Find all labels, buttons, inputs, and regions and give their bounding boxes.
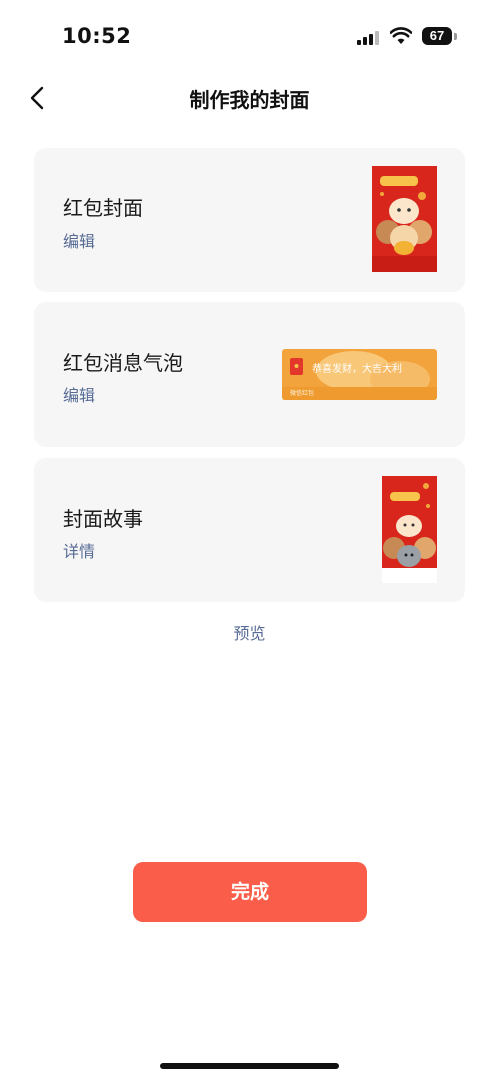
bubble-greeting-text: 恭喜发财，大吉大利: [312, 364, 402, 375]
nav-bar: 制作我的封面: [0, 72, 499, 122]
cellular-signal-icon: [357, 31, 383, 45]
wifi-icon: [390, 27, 412, 44]
home-indicator[interactable]: [160, 1063, 339, 1069]
card-title: 封面故事: [63, 507, 143, 531]
story-details-link[interactable]: 详情: [63, 538, 95, 562]
cover-story-thumbnail[interactable]: [382, 476, 437, 583]
envelope-cover-image: [372, 166, 437, 272]
cover-story-image: [382, 476, 437, 583]
battery-icon: 67: [422, 27, 452, 45]
status-time: 10:52: [62, 24, 132, 48]
battery-cap: [454, 33, 457, 40]
card-envelope-cover[interactable]: 红包封面 编辑: [34, 148, 465, 292]
done-button[interactable]: 完成: [133, 862, 367, 922]
screen: 10:52 67 制作我的封面 红包封面 编辑 红包消息气泡 编辑 恭喜发财，大…: [0, 0, 499, 1082]
status-bar: 10:52 67: [0, 0, 499, 70]
edit-cover-link[interactable]: 编辑: [63, 228, 95, 252]
message-bubble-thumbnail[interactable]: 恭喜发财，大吉大利 微信红包: [282, 349, 437, 400]
card-title: 红包封面: [63, 196, 143, 220]
card-message-bubble[interactable]: 红包消息气泡 编辑 恭喜发财，大吉大利 微信红包: [34, 302, 465, 447]
page-title: 制作我的封面: [189, 88, 310, 112]
card-title: 红包消息气泡: [63, 351, 183, 375]
edit-bubble-link[interactable]: 编辑: [63, 382, 95, 406]
envelope-cover-thumbnail[interactable]: [372, 166, 437, 272]
bubble-footer-text: 微信红包: [290, 390, 315, 397]
preview-link[interactable]: 预览: [0, 620, 499, 644]
card-cover-story[interactable]: 封面故事 详情: [34, 458, 465, 602]
